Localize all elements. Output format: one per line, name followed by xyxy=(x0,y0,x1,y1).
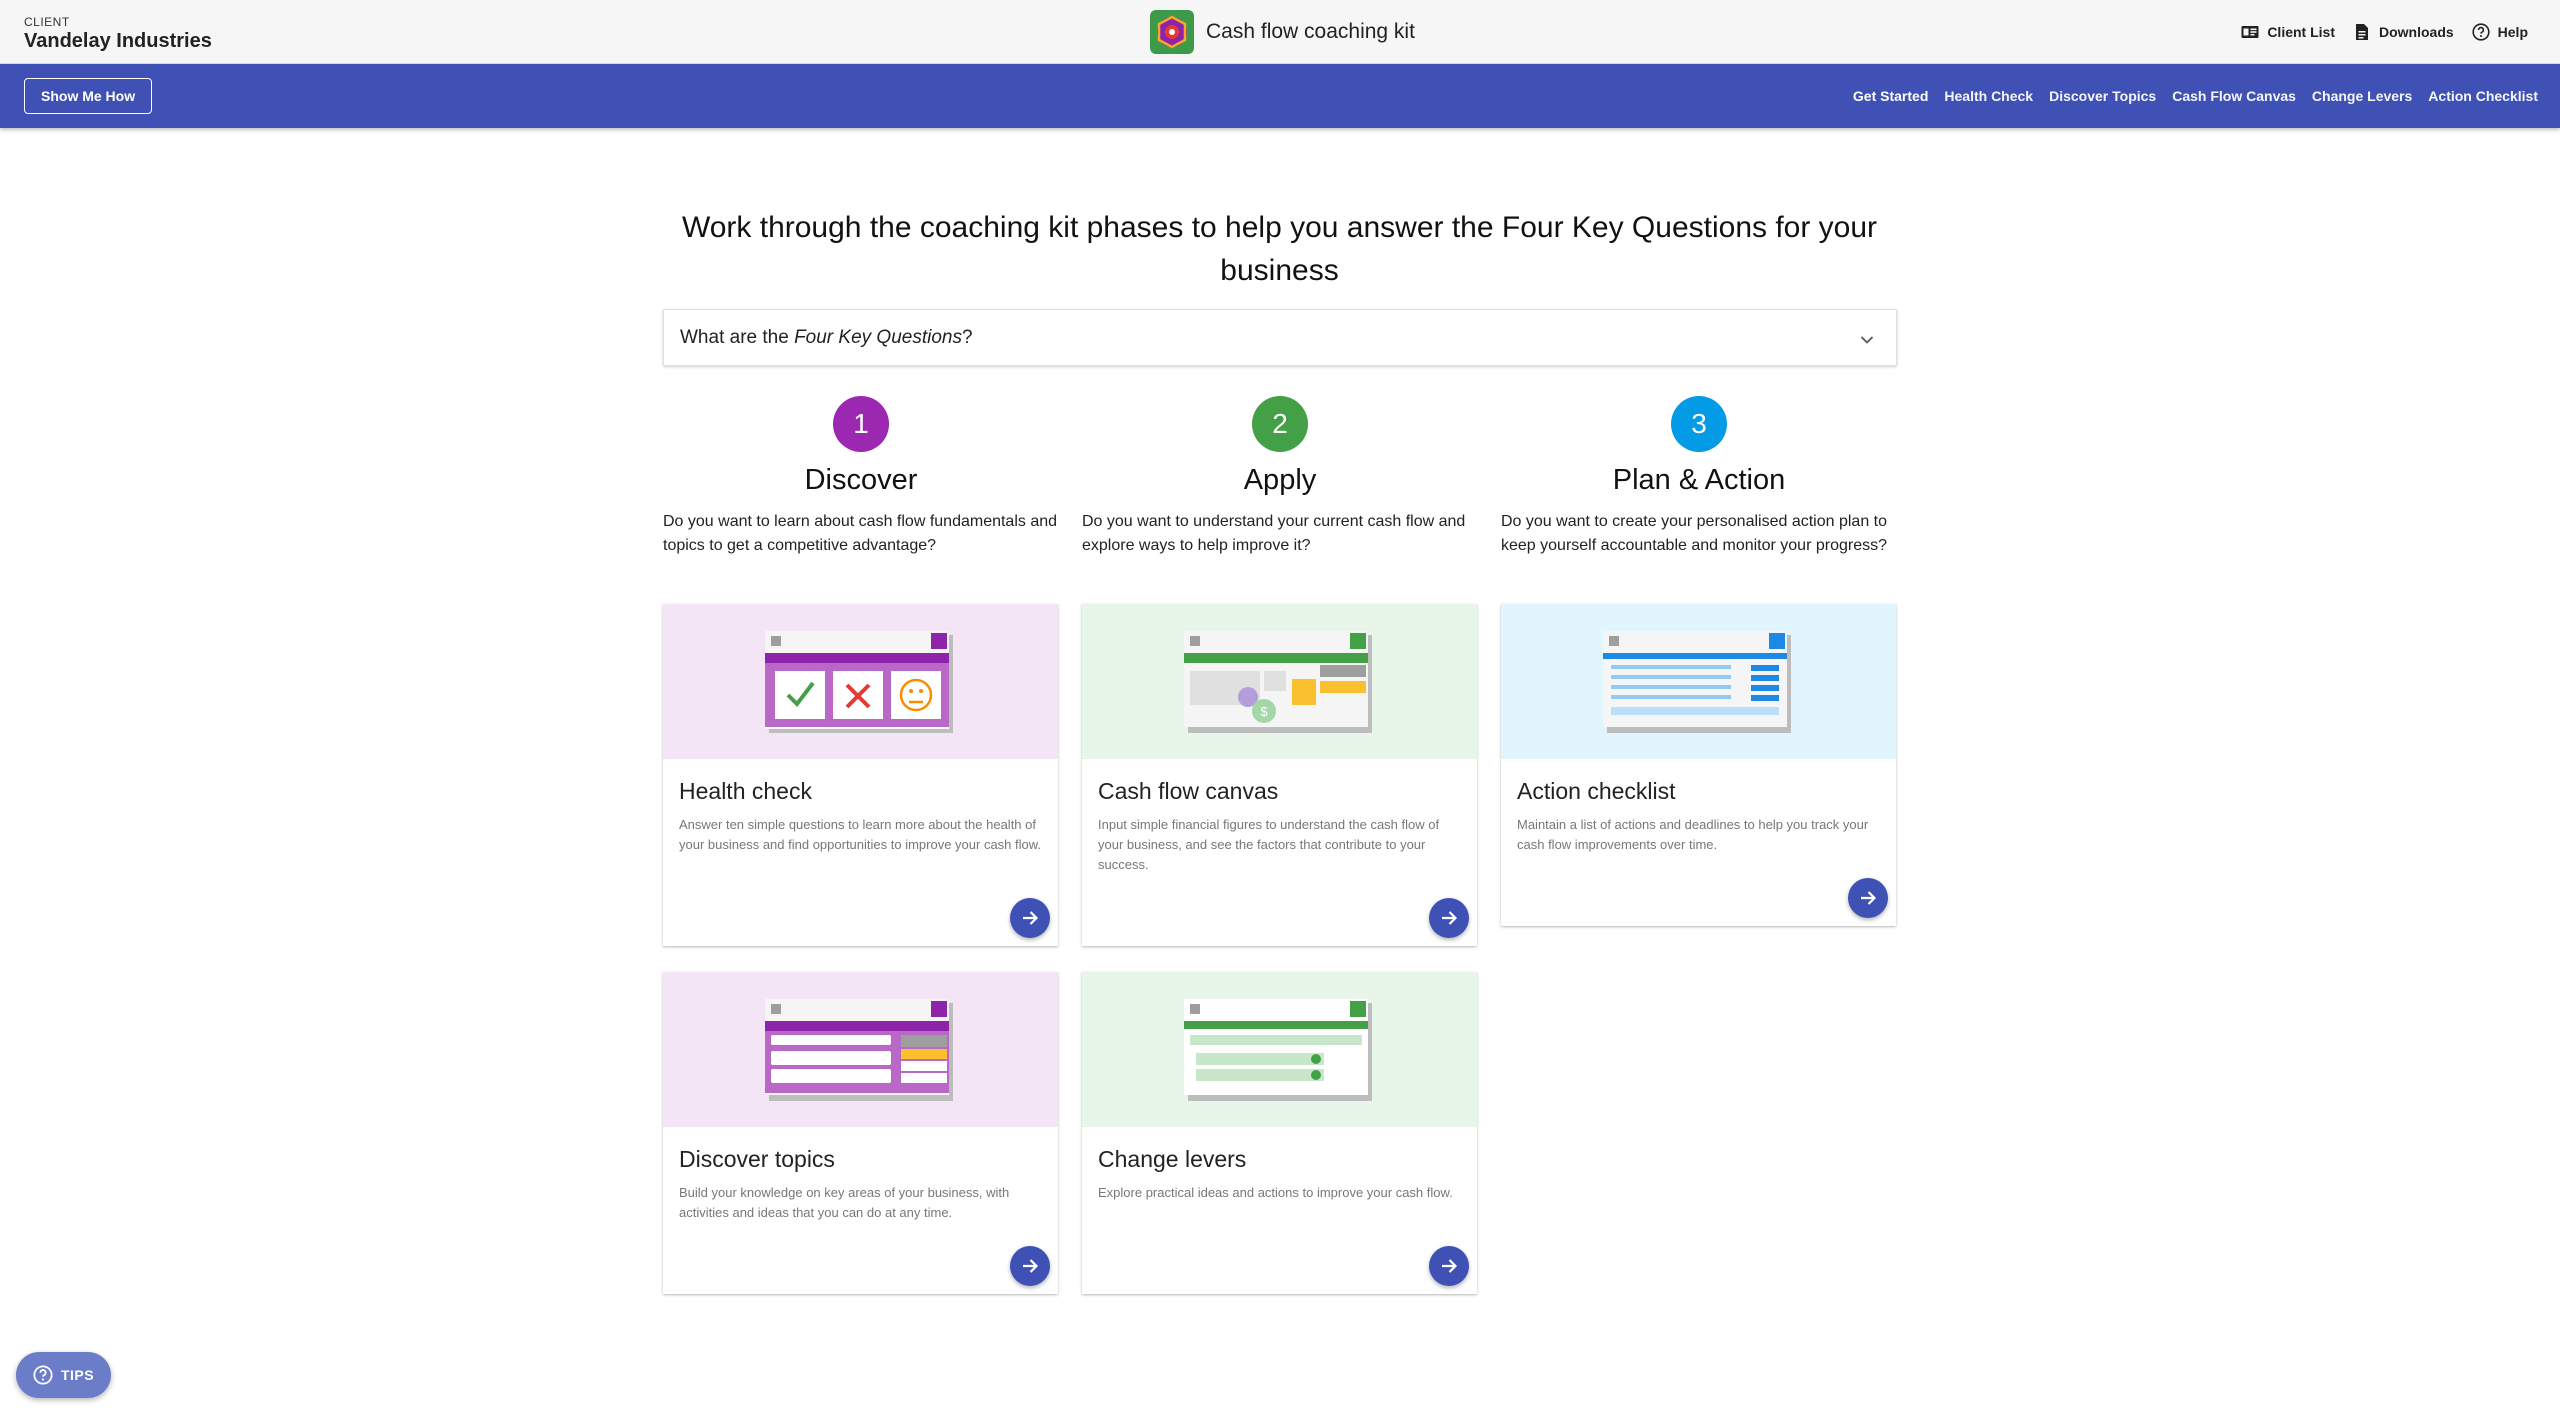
arrow-right-icon xyxy=(1023,911,1039,925)
open-health-check-button[interactable] xyxy=(1010,898,1050,938)
nav-discover-topics[interactable]: Discover Topics xyxy=(2049,88,2156,104)
accordion-title: What are the Four Key Questions? xyxy=(680,326,973,348)
change-levers-illustration xyxy=(1082,972,1477,1127)
card-description: Maintain a list of actions and deadlines… xyxy=(1517,817,1869,852)
nav-health-check[interactable]: Health Check xyxy=(1944,88,2033,104)
client-list-icon xyxy=(2241,23,2259,41)
card-description: Build your knowledge on key areas of you… xyxy=(679,1185,1010,1220)
phase-apply: 2 Apply Do you want to understand your c… xyxy=(1082,396,1478,558)
four-key-questions-accordion[interactable]: What are the Four Key Questions? xyxy=(663,309,1897,366)
phase-title: Discover xyxy=(804,464,918,496)
open-action-checklist-button[interactable] xyxy=(1848,878,1888,918)
help-icon xyxy=(33,1365,53,1385)
health-check-card[interactable]: Health check Answer ten simple questions… xyxy=(663,604,1058,946)
change-levers-card[interactable]: Change levers Explore practical ideas an… xyxy=(1082,972,1477,1294)
app-title: Cash flow coaching kit xyxy=(1206,20,1415,43)
arrow-right-icon xyxy=(1023,1259,1039,1273)
client-list-label: Client List xyxy=(2267,24,2335,40)
nav-get-started[interactable]: Get Started xyxy=(1853,88,1928,104)
discover-topics-illustration xyxy=(663,972,1058,1127)
card-title: Action checklist xyxy=(1517,778,1676,804)
action-checklist-card[interactable]: Action checklist Maintain a list of acti… xyxy=(1501,604,1896,926)
top-bar: CLIENT Vandelay Industries Cash flow coa… xyxy=(0,0,2560,64)
downloads-link[interactable]: Downloads xyxy=(2353,23,2454,41)
client-list-link[interactable]: Client List xyxy=(2241,23,2335,41)
phase-description: Do you want to create your personalised … xyxy=(1501,513,1888,554)
show-me-how-button[interactable]: Show Me How xyxy=(24,78,153,114)
phase-plan-action: 3 Plan & Action Do you want to create yo… xyxy=(1501,396,1897,558)
document-icon xyxy=(2353,23,2371,41)
nav-cash-flow-canvas[interactable]: Cash Flow Canvas xyxy=(2172,88,2296,104)
open-cash-flow-canvas-button[interactable] xyxy=(1429,898,1469,938)
page-headline: Work through the coaching kit phases to … xyxy=(681,211,1878,287)
phase-description: Do you want to learn about cash flow fun… xyxy=(663,513,1058,554)
card-title: Discover topics xyxy=(679,1146,835,1172)
tips-label: TIPS xyxy=(60,1367,95,1383)
help-label: Help xyxy=(2497,24,2528,40)
open-discover-topics-button[interactable] xyxy=(1010,1246,1050,1286)
phase-discover: 1 Discover Do you want to learn about ca… xyxy=(663,396,1059,558)
help-icon xyxy=(2472,23,2490,41)
app-logo-icon xyxy=(1150,10,1194,54)
health-check-illustration xyxy=(663,604,1058,759)
phase-number-badge: 2 xyxy=(1252,396,1308,452)
phase-title: Apply xyxy=(1243,464,1317,496)
downloads-label: Downloads xyxy=(2378,24,2454,40)
client-label: CLIENT xyxy=(24,15,70,29)
arrow-right-icon xyxy=(1442,1259,1458,1273)
chevron-down-icon xyxy=(1860,332,1874,350)
discover-topics-card[interactable]: Discover topics Build your knowledge on … xyxy=(663,972,1058,1294)
nav-bar: Show Me How Get Started Health Check Dis… xyxy=(0,64,2560,128)
phase-number-badge: 1 xyxy=(833,396,889,452)
card-description: Answer ten simple questions to learn mor… xyxy=(679,817,1042,852)
card-description: Input simple financial figures to unders… xyxy=(1098,817,1440,872)
open-change-levers-button[interactable] xyxy=(1429,1246,1469,1286)
phase-description: Do you want to understand your current c… xyxy=(1082,513,1466,554)
phase-title: Plan & Action xyxy=(1612,464,1786,496)
client-info: CLIENT Vandelay Industries xyxy=(24,15,212,53)
svg-text:$: $ xyxy=(1260,704,1268,719)
phase-number-badge: 3 xyxy=(1671,396,1727,452)
cash-flow-canvas-illustration: $ xyxy=(1082,604,1477,759)
card-title: Health check xyxy=(679,778,812,804)
card-title: Cash flow canvas xyxy=(1098,778,1279,804)
cash-flow-canvas-card[interactable]: $ Cash flow canvas Input simple financia… xyxy=(1082,604,1477,946)
app-brand[interactable]: Cash flow coaching kit xyxy=(1150,10,1415,54)
nav-items: Get Started Health Check Discover Topics… xyxy=(1837,64,2538,128)
top-actions: Client List Downloads Help xyxy=(2223,0,2528,64)
action-checklist-illustration xyxy=(1501,604,1896,759)
card-description: Explore practical ideas and actions to i… xyxy=(1098,1185,1453,1200)
arrow-right-icon xyxy=(1442,911,1458,925)
client-name: Vandelay Industries xyxy=(24,30,212,52)
help-link[interactable]: Help xyxy=(2472,23,2528,41)
nav-change-levers[interactable]: Change Levers xyxy=(2312,88,2412,104)
nav-action-checklist[interactable]: Action Checklist xyxy=(2428,88,2538,104)
arrow-right-icon xyxy=(1861,891,1877,905)
tips-button[interactable]: TIPS xyxy=(16,1352,111,1398)
card-title: Change levers xyxy=(1098,1146,1247,1172)
